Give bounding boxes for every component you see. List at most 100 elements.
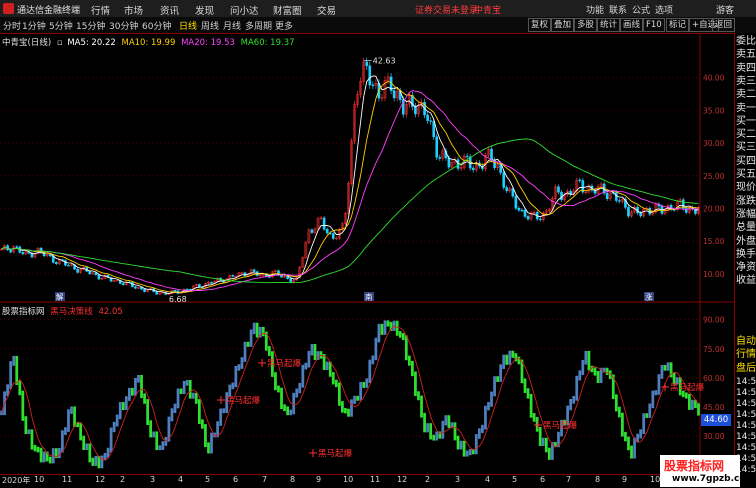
side-item-label: 卖五 bbox=[736, 49, 756, 61]
date-label: 4 bbox=[178, 475, 184, 484]
osc-bar bbox=[24, 416, 28, 435]
menu-xuanxiang[interactable]: 选项 bbox=[655, 3, 673, 16]
tick-time-label: 14:5 bbox=[736, 410, 756, 420]
candle bbox=[520, 209, 524, 212]
price-tick-label: 35.00 bbox=[703, 106, 725, 115]
menu-faxian[interactable]: 发现 bbox=[195, 3, 214, 17]
menu-zixun[interactable]: 资讯 bbox=[160, 3, 179, 17]
osc-bar bbox=[33, 444, 37, 452]
period-60min[interactable]: 60分钟 bbox=[142, 19, 171, 32]
osc-bar bbox=[341, 401, 344, 413]
multi-stock-button[interactable]: 多股 bbox=[574, 18, 598, 32]
osc-bar bbox=[334, 379, 338, 388]
period-5min[interactable]: 5分钟 bbox=[49, 19, 73, 32]
candle bbox=[365, 61, 369, 67]
candle bbox=[231, 275, 235, 277]
stats-button[interactable]: 统计 bbox=[597, 18, 621, 32]
osc-bar bbox=[511, 350, 515, 358]
date-label: 12 bbox=[397, 475, 408, 484]
menu-wenxiaoda[interactable]: 问小达 bbox=[230, 3, 259, 17]
osc-bar bbox=[477, 428, 481, 439]
menu-gongneng[interactable]: 功能 bbox=[586, 3, 604, 16]
menu-shichang[interactable]: 市场 bbox=[124, 3, 143, 17]
side-tab-label[interactable]: 自动 bbox=[736, 336, 756, 348]
overlay-button[interactable]: 叠加 bbox=[551, 18, 575, 32]
candle bbox=[627, 207, 630, 217]
price-tick-label: 10.00 bbox=[703, 270, 725, 279]
kline-chart-area[interactable]: 40.00 35.00 30.00 25.00 20.00 15.00 10.00 90.00… bbox=[0, 33, 734, 474]
period-monthly[interactable]: 月线 bbox=[223, 19, 241, 32]
osc-bar bbox=[684, 392, 688, 399]
login-notice[interactable]: 证券交易未登录 bbox=[415, 3, 478, 16]
f10-button[interactable]: F10 bbox=[643, 18, 665, 32]
current-indicator-tag: 44.60 bbox=[701, 414, 731, 426]
menu-lianxi[interactable]: 联系 bbox=[609, 3, 627, 16]
osc-bar bbox=[426, 423, 429, 433]
menu-hangqing[interactable]: 行情 bbox=[91, 3, 110, 17]
date-label: 5 bbox=[205, 475, 211, 484]
osc-bar bbox=[222, 408, 226, 414]
period-weekly[interactable]: 周线 bbox=[201, 19, 219, 32]
osc-bar bbox=[39, 447, 43, 463]
candle bbox=[67, 264, 70, 267]
osc-bar bbox=[371, 355, 375, 365]
osc-bar bbox=[143, 393, 146, 404]
period-15min[interactable]: 15分钟 bbox=[76, 19, 105, 32]
osc-bar bbox=[368, 359, 372, 384]
signal-label: 黑马起爆 bbox=[543, 420, 578, 431]
price-tick-label: 15.00 bbox=[703, 237, 725, 246]
candle bbox=[173, 290, 177, 292]
date-label: 7 bbox=[566, 475, 572, 484]
osc-bar bbox=[337, 382, 341, 406]
osc-bar bbox=[115, 414, 119, 427]
period-multi[interactable]: 多周期 bbox=[245, 19, 272, 32]
mark-button[interactable]: 标记 bbox=[666, 18, 690, 32]
osc-bar bbox=[502, 354, 506, 369]
candle bbox=[639, 212, 642, 217]
osc-bar bbox=[404, 335, 408, 361]
menu-gongshi[interactable]: 公式 bbox=[632, 3, 650, 16]
osc-bar bbox=[185, 380, 189, 386]
period-30min[interactable]: 30分钟 bbox=[109, 19, 138, 32]
candle bbox=[368, 65, 372, 86]
menu-caifuquan[interactable]: 财富圈 bbox=[273, 3, 302, 17]
osc-bar bbox=[417, 391, 420, 401]
candle bbox=[134, 286, 137, 289]
period-more[interactable]: 更多 bbox=[275, 19, 293, 32]
osc-bar bbox=[18, 380, 22, 396]
osc-bar bbox=[630, 445, 633, 459]
period-daily[interactable]: 日线 bbox=[179, 19, 197, 32]
side-item-label: 卖四 bbox=[736, 62, 756, 74]
period-1min[interactable]: 1分钟 bbox=[22, 19, 46, 32]
date-label: 4 bbox=[485, 475, 491, 484]
tick-time-label: 14:5 bbox=[736, 388, 756, 398]
low-price-label: 6.68 bbox=[169, 295, 187, 304]
side-tab-label[interactable]: 盘后 bbox=[736, 363, 756, 375]
osc-bar bbox=[85, 443, 89, 451]
osc-tick-label: 45.00 bbox=[703, 403, 725, 412]
side-item-label: 买一 bbox=[736, 115, 756, 127]
period-fenshi[interactable]: 分时 bbox=[3, 19, 21, 32]
date-label: 5 bbox=[512, 475, 518, 484]
candle bbox=[143, 288, 146, 292]
signal-label: 黑马起爆 bbox=[267, 358, 302, 369]
menu-jiaoyi[interactable]: 交易 bbox=[317, 3, 336, 17]
osc-bar bbox=[67, 409, 70, 432]
osc-bar bbox=[234, 365, 238, 388]
signal-label: 黑马起爆 bbox=[318, 448, 353, 459]
osc-bar bbox=[197, 399, 201, 425]
price-tick-label: 20.00 bbox=[703, 204, 725, 213]
osc-tick-label: 30.00 bbox=[703, 432, 725, 441]
side-tab-label[interactable]: 行情 bbox=[736, 349, 756, 361]
osc-bar bbox=[505, 354, 509, 365]
candle bbox=[121, 283, 125, 286]
side-item-label: 买三 bbox=[736, 142, 756, 154]
osc-bar bbox=[456, 435, 460, 450]
date-label: 9 bbox=[622, 475, 628, 484]
back-button[interactable]: 返回 bbox=[712, 18, 736, 32]
fuquan-button[interactable]: 复权 bbox=[528, 18, 552, 32]
candle bbox=[471, 167, 475, 171]
osc-bar bbox=[459, 440, 463, 450]
user-guest[interactable]: 游客 bbox=[716, 3, 734, 16]
draw-line-button[interactable]: 画线 bbox=[620, 18, 644, 32]
